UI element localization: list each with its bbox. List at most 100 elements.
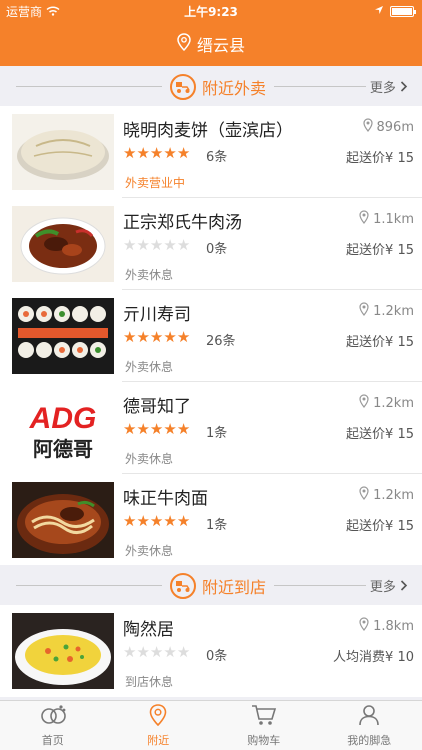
- status-bar: 运营商 上午9:23: [0, 0, 422, 22]
- star-icon: ★: [136, 328, 150, 346]
- review-count: 6条: [206, 150, 228, 165]
- tab-home[interactable]: 首页: [0, 701, 106, 750]
- tab-label: 附近: [147, 733, 170, 747]
- tab-label: 首页: [41, 733, 64, 747]
- star-icon: ★: [136, 643, 150, 661]
- star-icon: ★: [163, 420, 177, 438]
- location-pin-icon: [359, 302, 369, 320]
- star-icon: ★: [123, 512, 137, 530]
- star-icon: ★: [163, 512, 177, 530]
- more-label: 更多: [369, 580, 396, 595]
- review-count: 1条: [206, 518, 228, 533]
- distance-value: 1.2km: [373, 487, 414, 503]
- star-icon: ★: [149, 144, 164, 162]
- distance-value: 1.1km: [373, 211, 414, 227]
- tab-label: 购物车: [247, 733, 281, 747]
- min-order-price: 起送价¥ 15: [346, 151, 414, 166]
- star-icon: ★: [176, 328, 191, 346]
- status-label: 外卖营业中: [125, 176, 186, 190]
- food-image: [12, 114, 114, 190]
- star-icon: ★: [163, 643, 177, 661]
- header: 运营商 上午9:23 缙云县: [0, 0, 422, 66]
- food-image: [12, 298, 114, 374]
- more-button[interactable]: 更多: [370, 77, 408, 96]
- restaurant-name: 亓川寿司: [123, 305, 191, 325]
- battery-icon: [390, 5, 416, 17]
- restaurant-item[interactable]: 晓明肉麦饼（壶滨店） 896m ★★★★★ 6条 起送价¥ 15 外卖营业中: [0, 106, 422, 198]
- svg-text:阿德哥: 阿德哥: [33, 437, 93, 461]
- star-icon: ★: [176, 512, 191, 530]
- star-icon: ★: [136, 420, 150, 438]
- divider-line: [16, 86, 162, 87]
- delivery-scooter-icon: [170, 74, 196, 100]
- delivery-list: 晓明肉麦饼（壶滨店） 896m ★★★★★ 6条 起送价¥ 15 外卖营业中 正…: [0, 106, 422, 566]
- review-count: 1条: [206, 426, 228, 441]
- star-icon: ★: [176, 144, 191, 162]
- star-icon: ★: [136, 144, 150, 162]
- chevron-right-icon: [400, 81, 408, 96]
- restaurant-name: 德哥知了: [123, 397, 191, 417]
- location-pin-icon: [362, 118, 373, 136]
- location-selector[interactable]: 缙云县: [0, 28, 422, 60]
- rating-stars: ★★★★★: [123, 144, 190, 162]
- star-icon: ★: [176, 236, 191, 254]
- star-icon: ★: [149, 512, 164, 530]
- restaurant-item[interactable]: ADG 阿德哥 德哥知了 1.2km ★★★★★ 1条 起送价¥ 15 外卖休息: [0, 382, 422, 474]
- more-button[interactable]: 更多: [370, 576, 408, 595]
- distance: 1.2km: [359, 486, 414, 504]
- restaurant-item[interactable]: 陶然居 1.8km ★★★★★ 0条 人均消费¥ 10 到店休息: [0, 605, 422, 697]
- section-title: 附近到店: [166, 573, 271, 599]
- star-icon: ★: [136, 236, 150, 254]
- location-pin-icon: [359, 617, 369, 635]
- star-icon: ★: [163, 328, 177, 346]
- clock: 上午9:23: [184, 5, 238, 19]
- distance: 1.1km: [359, 210, 414, 228]
- star-icon: ★: [123, 420, 137, 438]
- distance: 1.2km: [359, 302, 414, 320]
- distance-value: 1.8km: [373, 618, 414, 634]
- dine-in-list: 陶然居 1.8km ★★★★★ 0条 人均消费¥ 10 到店休息: [0, 605, 422, 697]
- star-icon: ★: [176, 643, 191, 661]
- divider-line: [274, 585, 366, 586]
- restaurant-item[interactable]: 亓川寿司 1.2km ★★★★★ 26条 起送价¥ 15 外卖休息: [0, 290, 422, 382]
- min-order-price: 起送价¥ 15: [346, 243, 414, 258]
- rating-stars: ★★★★★: [123, 420, 190, 438]
- location-label: 缙云县: [196, 36, 245, 55]
- section-header-dine-in: 附近到店 更多: [0, 565, 422, 605]
- section-title-label: 附近到店: [202, 578, 267, 597]
- star-icon: ★: [123, 236, 137, 254]
- star-icon: ★: [163, 144, 177, 162]
- min-order-price: 起送价¥ 15: [346, 519, 414, 534]
- restaurant-item[interactable]: 正宗郑氏牛肉汤 1.1km ★★★★★ 0条 起送价¥ 15 外卖休息: [0, 198, 422, 290]
- restaurant-item[interactable]: 味正牛肉面 1.2km ★★★★★ 1条 起送价¥ 15 外卖休息: [0, 474, 422, 566]
- distance-value: 896m: [376, 119, 414, 135]
- star-icon: ★: [149, 420, 164, 438]
- status-label: 到店休息: [125, 675, 174, 689]
- brand-logo: ADG 阿德哥: [12, 390, 114, 466]
- food-image: [12, 206, 114, 282]
- star-icon: ★: [149, 643, 164, 661]
- rating-stars: ★★★★★: [123, 643, 190, 661]
- tab-nearby[interactable]: 附近: [106, 701, 212, 750]
- section-header-delivery: 附近外卖 更多: [0, 66, 422, 106]
- user-icon: [358, 704, 380, 729]
- star-icon: ★: [176, 420, 191, 438]
- status-label: 外卖休息: [125, 544, 174, 558]
- distance-value: 1.2km: [373, 303, 414, 319]
- location-pin-icon: [359, 394, 369, 412]
- star-icon: ★: [163, 236, 177, 254]
- chevron-right-icon: [400, 580, 408, 595]
- distance: 896m: [362, 118, 414, 136]
- tab-cart[interactable]: 购物车: [211, 701, 317, 750]
- cart-icon: [251, 704, 277, 729]
- tab-label: 我的脚急: [347, 733, 392, 747]
- review-count: 0条: [206, 649, 228, 664]
- divider-line: [274, 86, 366, 87]
- tab-profile[interactable]: 我的脚急: [317, 701, 422, 750]
- svg-text:ADG: ADG: [29, 402, 97, 435]
- section-title-label: 附近外卖: [202, 79, 267, 98]
- restaurant-name: 正宗郑氏牛肉汤: [123, 213, 242, 233]
- min-order-price: 起送价¥ 15: [346, 427, 414, 442]
- status-indicators: [374, 4, 416, 18]
- star-icon: ★: [149, 328, 164, 346]
